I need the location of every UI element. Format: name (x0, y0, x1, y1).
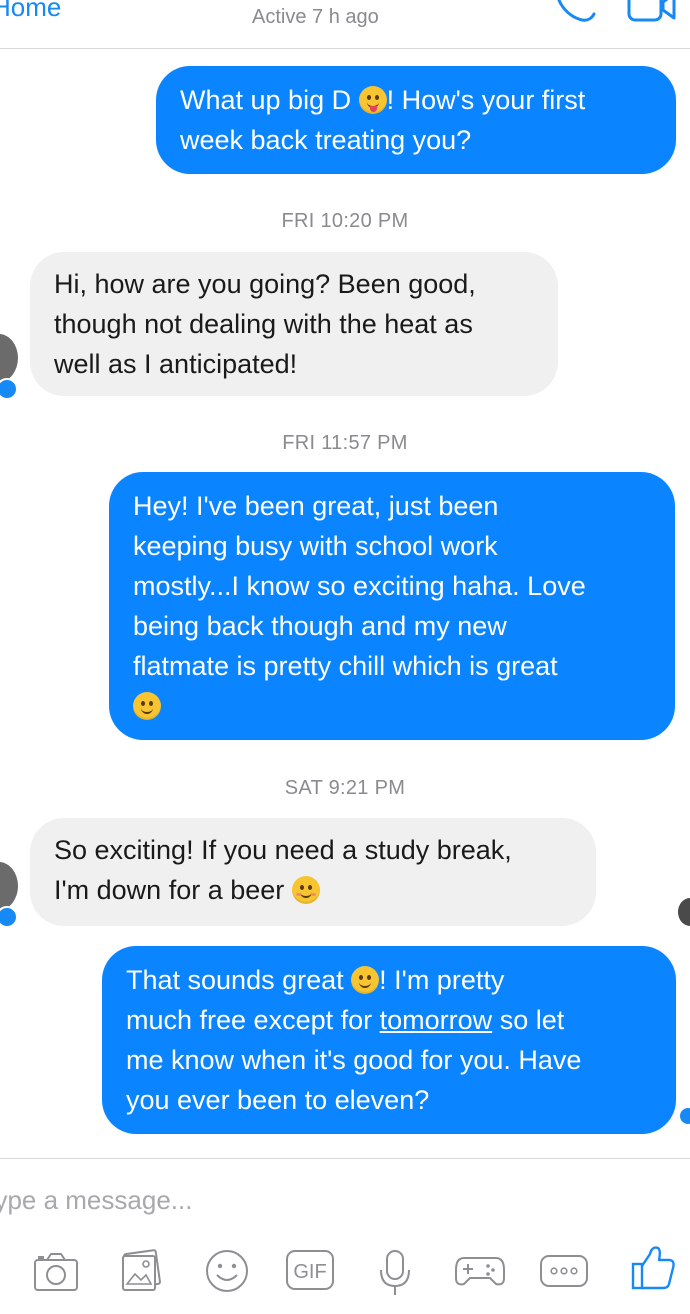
message-input[interactable] (0, 1180, 640, 1220)
message-line: much free except for tomorrow so let (126, 1000, 652, 1040)
gallery-icon[interactable] (118, 1248, 164, 1294)
phone-icon[interactable] (552, 0, 600, 30)
message-text: you ever been to eleven? (126, 1085, 430, 1115)
message-text: mostly...I know so exciting haha. Love (133, 571, 586, 601)
messenger-badge-icon (0, 378, 18, 400)
message-bubble-incoming[interactable]: Hi, how are you going? Been good, though… (30, 252, 558, 396)
emoji-icon[interactable] (204, 1248, 250, 1294)
timestamp: FRI 11:57 PM (282, 432, 408, 454)
message-text: What up big D (180, 85, 352, 115)
message-bubble-outgoing[interactable]: That sounds great ! I'm pretty much free… (102, 946, 676, 1134)
message-text: I'm down for a beer (54, 875, 285, 905)
date-link[interactable]: tomorrow (380, 1005, 493, 1035)
slightly-smiling-face-icon (133, 692, 161, 720)
message-text: being back though and my new (133, 611, 507, 641)
winking-face-with-tongue-icon (358, 86, 387, 114)
message-text: well as I anticipated! (54, 349, 298, 379)
back-button[interactable]: Home (0, 0, 61, 23)
message-line (133, 686, 651, 726)
composer-divider (0, 1158, 690, 1159)
smiling-face-with-smiling-eyes-icon (291, 876, 320, 904)
messenger-badge-icon (0, 906, 18, 928)
message-text: though not dealing with the heat as (54, 309, 473, 339)
message-text: me know when it's good for you. Have (126, 1045, 582, 1075)
message-bubble-incoming[interactable]: So exciting! If you need a study break, … (30, 818, 596, 926)
message-text: flatmate is pretty chill which is great (133, 651, 558, 681)
message-line: I'm down for a beer (54, 870, 572, 910)
message-text: Hi, how are you going? Been good, (54, 269, 476, 299)
timestamp: SAT 9:21 PM (284, 777, 406, 799)
active-status: Active 7 h ago (252, 6, 379, 28)
winking-face-icon (351, 966, 380, 994)
more-icon[interactable] (538, 1248, 590, 1294)
message-text: So exciting! If you need a study break, (54, 835, 512, 865)
message-text: ! I'm pretty (379, 965, 505, 995)
message-text: That sounds great (126, 965, 344, 995)
gif-label: GIF (293, 1261, 326, 1283)
message-text: week back treating you? (180, 125, 472, 155)
message-text: much free except for (126, 1005, 373, 1035)
message-line: What up big D ! How's your first (180, 80, 652, 120)
message-text: keeping busy with school work (133, 531, 498, 561)
contact-avatar[interactable] (0, 862, 18, 910)
message-text: ! How's your first (386, 85, 586, 115)
message-bubble-outgoing[interactable]: Hey! I've been great, just been keeping … (109, 472, 675, 740)
gif-icon[interactable]: GIF (284, 1248, 336, 1294)
game-controller-icon[interactable] (452, 1248, 508, 1294)
seen-indicator-avatar (678, 898, 690, 926)
conversation-header: Home Active 7 h ago (0, 0, 690, 49)
message-line: That sounds great ! I'm pretty (126, 960, 652, 1000)
contact-avatar[interactable] (0, 334, 18, 382)
message-text: so let (499, 1005, 565, 1035)
camera-icon[interactable] (32, 1248, 80, 1294)
timestamp: FRI 10:20 PM (281, 210, 409, 232)
thumbs-up-icon[interactable] (630, 1242, 676, 1292)
video-call-icon[interactable] (624, 0, 680, 30)
message-text: Hey! I've been great, just been (133, 491, 499, 521)
message-bubble-outgoing[interactable]: What up big D ! How's your first week ba… (156, 66, 676, 174)
delivered-indicator-icon (680, 1108, 690, 1124)
microphone-icon[interactable] (374, 1248, 416, 1298)
